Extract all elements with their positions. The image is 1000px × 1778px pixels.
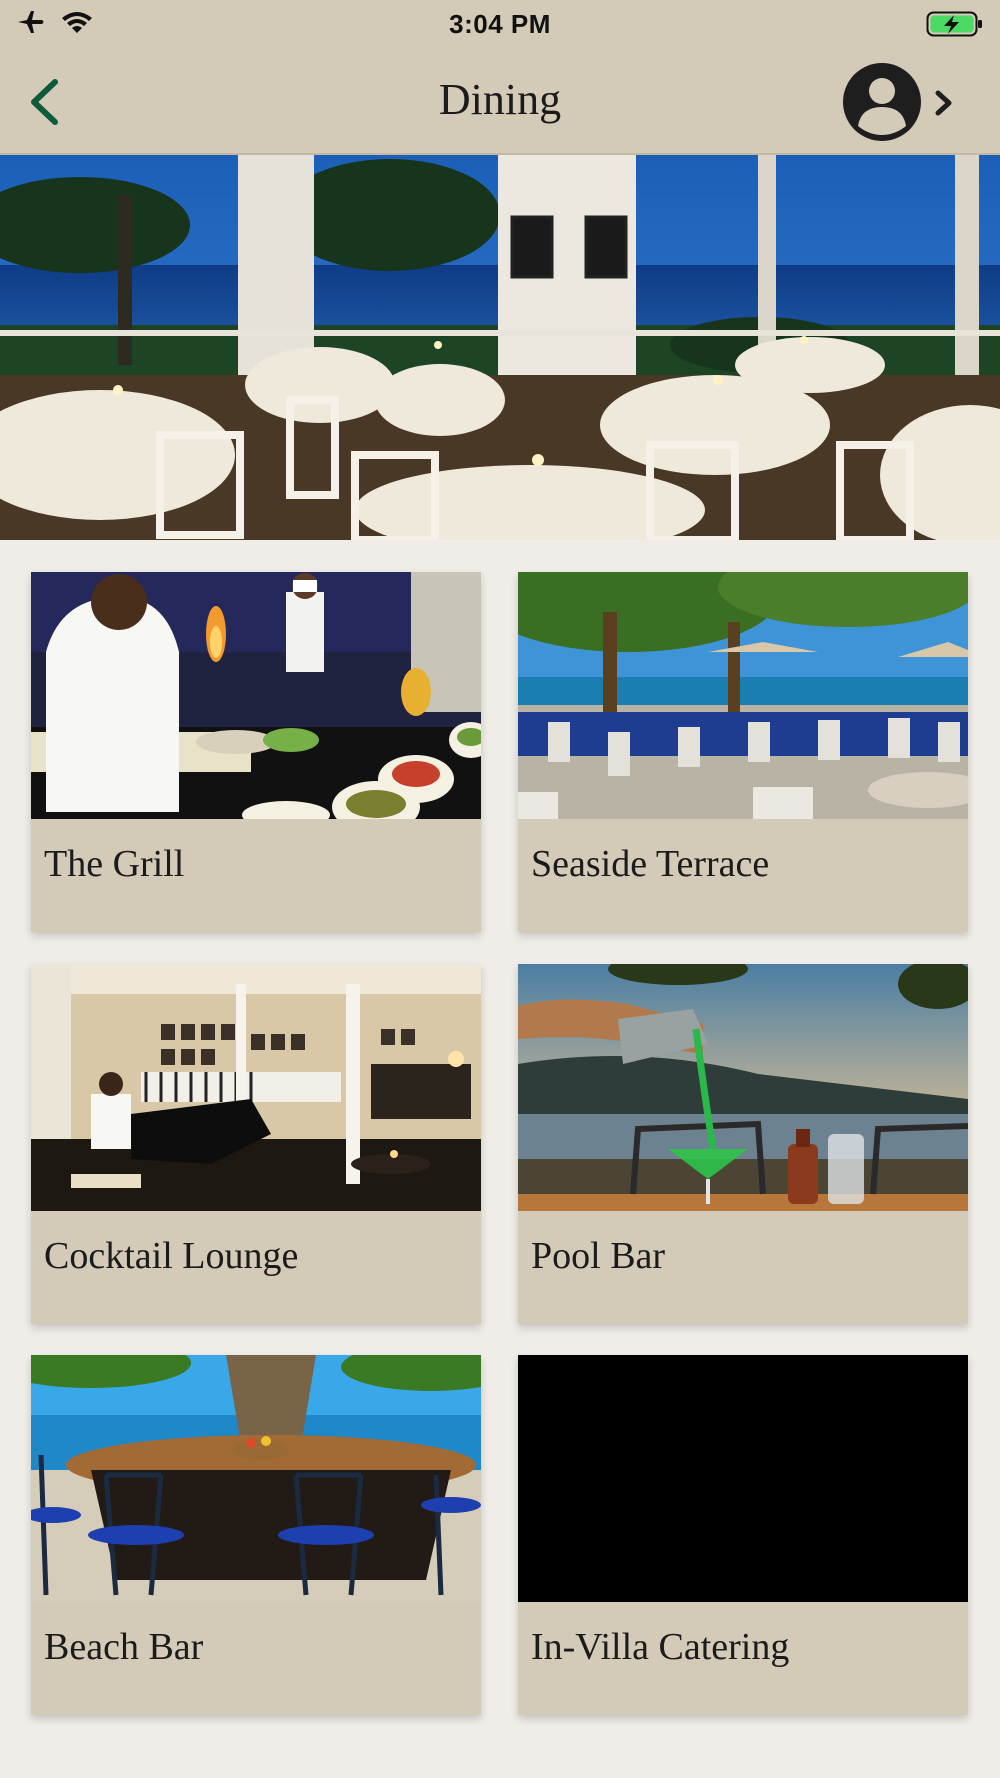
venue-label: In-Villa Catering	[531, 1626, 790, 1668]
status-bar: 3:04 PM	[0, 0, 1000, 50]
profile-button[interactable]	[840, 60, 960, 145]
venue-label: Cocktail Lounge	[44, 1235, 299, 1277]
hero-image	[0, 155, 1000, 540]
venue-image	[31, 1355, 481, 1602]
venue-card-the-grill[interactable]: The Grill	[31, 572, 481, 932]
venue-image	[31, 572, 481, 819]
venue-card-seaside-terrace[interactable]: Seaside Terrace	[518, 572, 968, 932]
venue-image	[31, 964, 481, 1211]
nav-bar: Dining	[0, 50, 1000, 155]
venue-card-cocktail-lounge[interactable]: Cocktail Lounge	[31, 964, 481, 1324]
back-button[interactable]	[22, 72, 72, 132]
venue-label: The Grill	[44, 843, 185, 885]
chevron-left-icon	[31, 79, 58, 125]
battery-charging-icon	[926, 11, 982, 37]
venue-image	[518, 964, 968, 1211]
venue-label: Pool Bar	[531, 1235, 666, 1277]
venue-label: Seaside Terrace	[531, 843, 770, 885]
venue-image	[518, 572, 968, 819]
venue-label: Beach Bar	[44, 1626, 204, 1668]
user-circle-icon	[843, 63, 952, 141]
venue-card-in-villa-catering[interactable]: In-Villa Catering	[518, 1355, 968, 1715]
venue-card-pool-bar[interactable]: Pool Bar	[518, 964, 968, 1324]
status-right	[926, 10, 984, 43]
venue-image-placeholder	[518, 1355, 968, 1602]
venue-card-beach-bar[interactable]: Beach Bar	[31, 1355, 481, 1715]
status-time: 3:04 PM	[449, 9, 551, 39]
